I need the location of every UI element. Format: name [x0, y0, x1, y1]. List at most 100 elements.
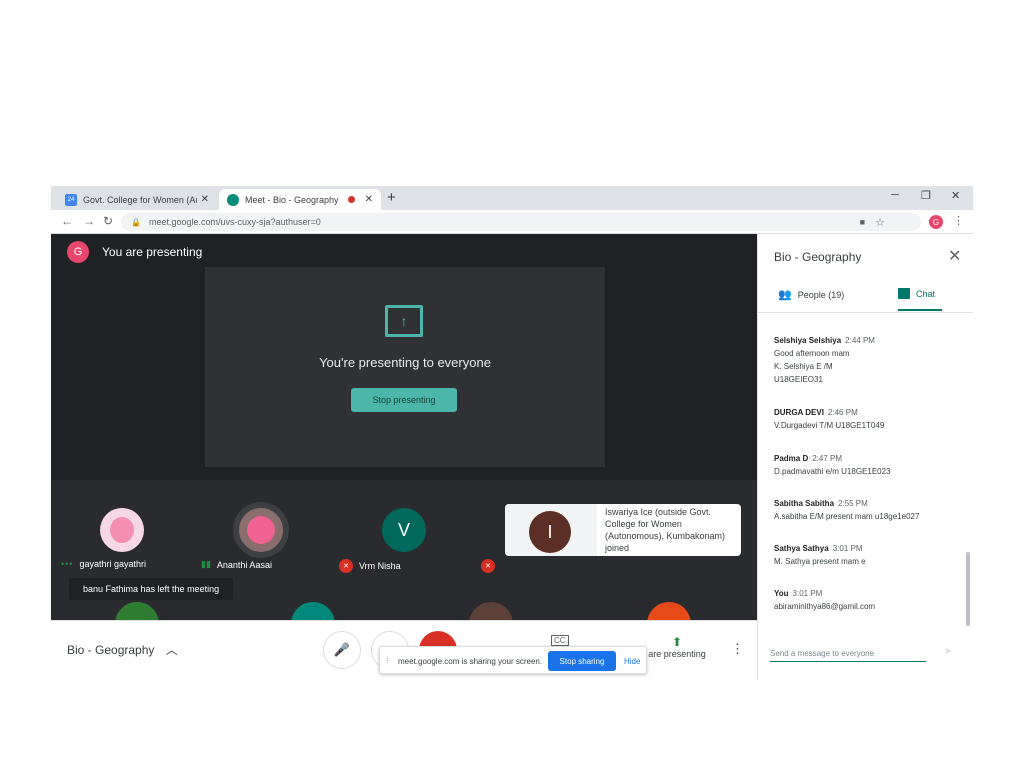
chat-side-panel: Bio - Geography ✕ 👥 People (19) Chat Sel… [757, 234, 973, 680]
message-time: 2:47 PM [812, 454, 843, 463]
chat-label: Chat [916, 288, 936, 299]
participant-avatar[interactable]: V [382, 508, 426, 552]
tab-title: Govt. College for Women (Autonomous) [83, 194, 197, 205]
tab-people[interactable]: 👥 People (19) [778, 288, 844, 301]
message-time: 3:01 PM [792, 589, 823, 598]
hide-link[interactable]: Hide [624, 657, 640, 666]
microphone-button[interactable]: 🎤 [323, 631, 361, 669]
message-sender: Sathya Sathya [774, 544, 829, 553]
avatar: G [67, 241, 89, 263]
present-screen-icon: ↑ [385, 305, 423, 337]
participant-avatar[interactable] [100, 508, 144, 552]
tab-meet[interactable]: Meet - Bio - Geography ✕ [219, 189, 381, 210]
chat-message: Sabitha Sabitha 2:55 PM A.sabitha E/M pre… [774, 497, 919, 523]
join-notification: I Iswariya Ice (outside Govt. College fo… [505, 504, 741, 556]
close-tab-icon[interactable]: ✕ [201, 194, 209, 205]
stop-presenting-button[interactable]: Stop presenting [351, 388, 457, 412]
message-line: V.Durgadevi T/M U18GE1T049 [774, 421, 885, 430]
presenting-header: G You are presenting [67, 241, 202, 263]
chat-message-input[interactable]: Send a message to everyone [770, 646, 926, 662]
minimize-icon[interactable]: ─ [891, 189, 899, 201]
address-bar: ← → ↻ 🔒 meet.google.com/uvs-cuxy-sja?aut… [51, 210, 973, 234]
lock-icon: 🔒 [131, 217, 141, 227]
sharing-message: meet.google.com is sharing your screen. [398, 657, 543, 666]
message-sender: Padma D [774, 454, 809, 463]
chat-message: You 3:01 PM abiraminithya86@gamil.com [774, 587, 875, 613]
meeting-title: Bio - Geography [67, 643, 155, 657]
recording-icon [347, 196, 355, 203]
people-label: People (19) [797, 289, 845, 300]
participant-avatar[interactable] [233, 502, 289, 558]
message-sender: Sabitha Sabitha [774, 499, 835, 508]
divider [758, 312, 973, 313]
participant-label: Vrm Nisha [359, 561, 401, 571]
calendar-icon: 24 [65, 193, 77, 206]
meeting-stage: G You are presenting ↑ You're presenting… [51, 234, 757, 646]
presentation-panel: ↑ You're presenting to everyone Stop pre… [205, 267, 605, 467]
participant-name: ✕ Vrm Nisha [339, 559, 401, 573]
camera-icon[interactable]: ■ [860, 217, 865, 227]
chat-message: DURGA DEVI 2:46 PM V.Durgadevi T/M U18GE1… [774, 406, 884, 432]
audio-dots-icon: ••• [61, 559, 74, 569]
send-icon[interactable]: ➤ [944, 646, 952, 657]
tab-chat[interactable]: Chat [898, 288, 935, 299]
chat-icon [898, 288, 910, 299]
message-line: M. Sathya present mam e [774, 557, 866, 566]
teddy-bear-icon [110, 517, 134, 543]
chevron-up-icon: ︿ [165, 643, 178, 657]
chat-scrollbar[interactable] [966, 552, 970, 626]
chat-message: Sathya Sathya 3:01 PM M. Sathya present m… [774, 542, 866, 568]
presenting-banner: You are presenting [102, 245, 203, 259]
reload-icon[interactable]: ↻ [103, 214, 113, 228]
people-icon: 👥 [778, 289, 792, 301]
participant-label: gayathri gayathri [79, 559, 146, 569]
drag-handle-icon[interactable]: ⁞ [386, 655, 389, 665]
close-window-icon[interactable]: ✕ [951, 189, 960, 202]
message-time: 2:55 PM [838, 499, 868, 508]
join-text: Iswariya Ice (outside Govt. College for … [605, 507, 726, 553]
star-icon[interactable]: ☆ [875, 216, 885, 229]
present-now-button[interactable]: ⬆ are presenting [645, 635, 709, 659]
stop-sharing-button[interactable]: Stop sharing [548, 651, 616, 671]
message-line: K. Selshiya E /M [774, 362, 833, 371]
person-photo-icon [247, 516, 275, 544]
tab-college[interactable]: 24 Govt. College for Women (Autonomous) … [57, 189, 217, 210]
browser-window: 24 Govt. College for Women (Autonomous) … [51, 186, 973, 680]
participant-name: ••• gayathri gayathri [61, 559, 146, 569]
participant-name: ✕ [481, 559, 501, 573]
active-tab-indicator [898, 309, 942, 311]
tab-title: Meet - Bio - Geography [245, 194, 339, 205]
message-sender: DURGA DEVI [774, 408, 824, 417]
chat-message: Selshiya Selshiya 2:44 PM Good afternoon … [774, 334, 875, 386]
captions-icon[interactable]: CC [551, 635, 569, 646]
message-line: abiraminithya86@gamil.com [774, 602, 876, 611]
message-time: 2:46 PM [827, 408, 858, 417]
presenting-message: You're presenting to everyone [319, 355, 491, 370]
close-tab-icon[interactable]: ✕ [365, 194, 373, 205]
more-options-icon[interactable]: ⋮ [731, 641, 744, 657]
profile-avatar[interactable]: G [929, 215, 943, 229]
forward-icon[interactable]: → [83, 214, 95, 228]
message-sender: You [774, 589, 789, 598]
restore-icon[interactable]: ❐ [921, 189, 931, 202]
browser-menu-icon[interactable]: ⋮ [953, 214, 964, 227]
participant-name: ▮▮ Ananthi Aasai [201, 559, 272, 570]
panel-title: Bio - Geography [774, 250, 862, 264]
url-text: meet.google.com/uvs-cuxy-sja?authuser=0 [148, 217, 321, 227]
mic-off-icon: ✕ [481, 559, 495, 573]
message-time: 3:01 PM [832, 544, 863, 553]
back-icon[interactable]: ← [61, 214, 73, 228]
presenting-label: are presenting [648, 649, 706, 659]
message-sender: Selshiya Selshiya [774, 336, 842, 345]
new-tab-button[interactable]: + [387, 189, 396, 206]
tab-strip: 24 Govt. College for Women (Autonomous) … [51, 186, 973, 210]
meeting-details-toggle[interactable]: Bio - Geography ︿ [67, 641, 178, 658]
screen-sharing-bar: ⁞ meet.google.com is sharing your screen… [379, 646, 647, 674]
present-screen-icon: ⬆ [671, 635, 683, 649]
url-field[interactable]: 🔒 meet.google.com/uvs-cuxy-sja?authuser=… [121, 213, 921, 231]
message-line: A.sabitha E/M present mam u18ge1e027 [774, 512, 920, 521]
message-line: D.padmavathi e/m U18GE1E023 [774, 467, 891, 476]
message-line: U18GEIEO31 [774, 375, 823, 384]
avatar: I [529, 511, 571, 553]
close-icon[interactable]: ✕ [948, 246, 961, 266]
